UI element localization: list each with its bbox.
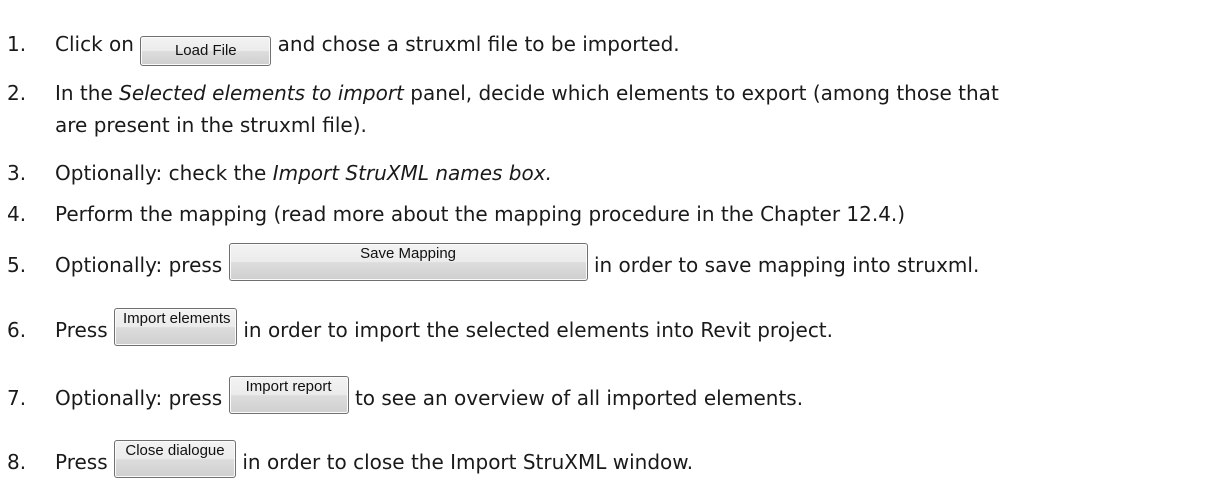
load-file-button[interactable]: Load File [140,36,272,66]
import-report-button[interactable]: Import report [228,376,349,414]
step-6: 6. Press Import elements in order to impo… [7,308,1187,346]
step-number: 6. [7,318,27,342]
step-number: 7. [7,386,27,410]
step-text: Perform the mapping (read more about the… [55,202,906,226]
step-2: 2. In the Selected elements to import pan… [7,77,1187,137]
step-number: 1. [7,32,27,56]
step-text: and chose a struxml file to be imported. [277,32,680,56]
close-dialogue-button[interactable]: Close dialogue [114,440,236,478]
step-text: in order to close the Import StruXML win… [242,450,694,474]
step-text: in order to save mapping into struxml. [593,253,980,277]
instruction-list: 1. Click on Load File and chose a struxml… [0,0,1211,495]
step-emphasis: Selected elements to import [119,81,404,105]
step-number: 5. [7,253,27,277]
step-number: 2. [7,81,27,105]
step-text: Press [55,318,108,342]
step-continuation: are present in the struxml file). [55,113,367,137]
step-text: Optionally: press [55,253,223,277]
step-text: In the [55,81,113,105]
step-1: 1. Click on Load File and chose a struxml… [7,28,1187,66]
step-7: 7. Optionally: press Import report to see… [7,376,1187,414]
import-elements-button[interactable]: Import elements [114,308,237,346]
step-5: 5. Optionally: press Save Mapping in orde… [7,243,1187,281]
step-text: panel, decide which elements to export (… [410,81,999,105]
step-3: 3. Optionally: check the Import StruXML n… [7,157,1187,189]
save-mapping-button[interactable]: Save Mapping [228,243,588,281]
step-8: 8. Press Close dialogue in order to close… [7,440,1187,478]
step-text: Press [55,450,108,474]
step-text: Click on [55,32,134,56]
step-text: in order to import the selected elements… [243,318,834,342]
step-number: 8. [7,450,27,474]
step-text: Optionally: check the [55,161,267,185]
step-4: 4. Perform the mapping (read more about t… [7,198,1187,230]
step-text: Optionally: press [55,386,223,410]
step-emphasis: Import StruXML names box. [272,161,552,185]
step-number: 4. [7,202,27,226]
step-text: to see an overview of all imported eleme… [354,386,804,410]
step-number: 3. [7,161,27,185]
